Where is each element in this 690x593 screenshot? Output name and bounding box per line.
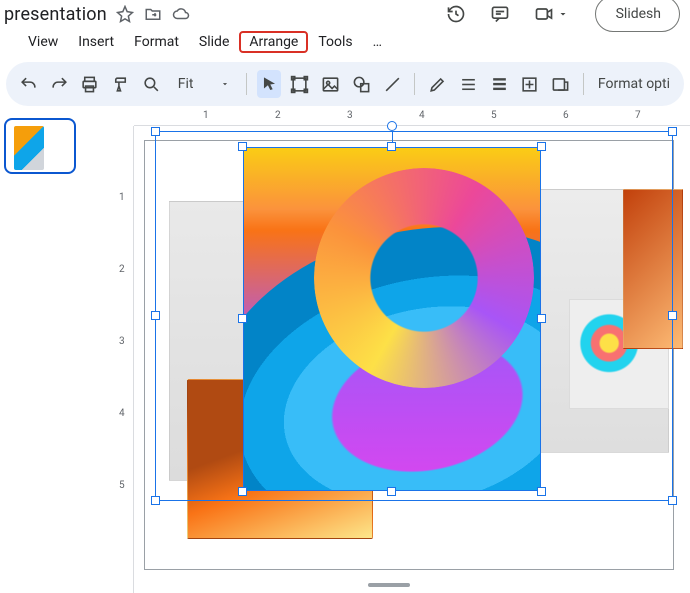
line-tool[interactable] (380, 70, 405, 98)
slide-thumbnail-panel (0, 108, 88, 593)
image-abstract-swirl[interactable] (243, 147, 541, 491)
toolbar-divider (583, 73, 584, 95)
ruler-tick: 1 (119, 192, 125, 203)
menu-insert[interactable]: Insert (68, 31, 124, 53)
ruler-tick: 6 (563, 110, 569, 121)
selection-handle[interactable] (387, 487, 396, 496)
ruler-tick: 1 (203, 110, 209, 121)
select-tool[interactable] (257, 70, 282, 98)
image-person-sunset[interactable] (623, 189, 683, 349)
menu-slide[interactable]: Slide (189, 31, 239, 53)
toolbar: Fit Format opti (6, 62, 684, 106)
selection-handle[interactable] (668, 127, 677, 136)
ruler-tick: 5 (491, 110, 497, 121)
menu-arrange[interactable]: Arrange (239, 31, 308, 53)
ruler-tick: 3 (119, 336, 125, 347)
video-meet-icon[interactable] (533, 3, 555, 25)
selection-handle[interactable] (151, 127, 160, 136)
selection-handle[interactable] (238, 487, 247, 496)
ruler-tick: 7 (635, 110, 641, 121)
canvas-area[interactable]: 1 2 3 4 5 6 7 1 2 3 4 5 (88, 108, 690, 593)
ruler-tick: 5 (119, 480, 125, 491)
rotate-handle[interactable] (387, 121, 397, 131)
menu-view[interactable]: View (18, 31, 68, 53)
toolbar-divider (246, 73, 247, 95)
slide-thumbnail-1[interactable] (4, 118, 76, 174)
redo-button[interactable] (47, 70, 72, 98)
ruler-tick: 4 (419, 110, 425, 121)
thumbnail-preview (14, 126, 44, 170)
ruler-tick: 2 (275, 110, 281, 121)
shape-tool[interactable] (349, 70, 374, 98)
selection-handle[interactable] (151, 311, 160, 320)
selection-handle[interactable] (537, 487, 546, 496)
comment-icon[interactable] (489, 3, 511, 25)
menu-tools[interactable]: Tools (308, 31, 362, 53)
zoom-dropdown[interactable]: Fit (170, 76, 236, 92)
slideshow-button[interactable]: Slidesh (595, 0, 680, 32)
toolbar-divider (414, 73, 415, 95)
slide-canvas[interactable] (144, 140, 674, 570)
selection-handle[interactable] (537, 314, 546, 323)
cloud-saved-icon[interactable] (171, 4, 191, 24)
undo-button[interactable] (16, 70, 41, 98)
selection-handle[interactable] (537, 142, 546, 151)
dropdown-caret-icon (220, 79, 230, 89)
replace-image-button[interactable] (548, 70, 573, 98)
folder-move-icon[interactable] (143, 4, 163, 24)
menu-format[interactable]: Format (124, 31, 189, 53)
image-tool[interactable] (318, 70, 343, 98)
star-icon[interactable] (115, 4, 135, 24)
menu-more[interactable]: … (363, 31, 392, 53)
distribute-button[interactable] (487, 70, 512, 98)
mask-image-button[interactable] (518, 70, 543, 98)
print-button[interactable] (78, 70, 103, 98)
selected-object[interactable] (243, 147, 541, 491)
slideshow-label: Slidesh (616, 6, 661, 22)
paint-format-button[interactable] (108, 70, 133, 98)
textbox-tool[interactable] (287, 70, 312, 98)
ruler-tick: 2 (119, 264, 125, 275)
document-title[interactable]: presentation (4, 4, 107, 25)
vertical-ruler: 1 2 3 4 5 (116, 126, 134, 593)
format-options-button[interactable]: Format opti (594, 76, 674, 92)
ruler-tick: 4 (119, 408, 125, 419)
history-icon[interactable] (445, 3, 467, 25)
selection-handle[interactable] (238, 314, 247, 323)
selection-handle[interactable] (668, 496, 677, 505)
dropdown-caret-icon[interactable] (557, 3, 569, 25)
ruler-tick: 3 (347, 110, 353, 121)
selection-handle[interactable] (387, 142, 396, 151)
selection-handle[interactable] (151, 496, 160, 505)
zoom-tool-icon[interactable] (139, 70, 164, 98)
menu-bar: View Insert Format Slide Arrange Tools … (0, 28, 690, 56)
horizontal-ruler: 1 2 3 4 5 6 7 (134, 108, 690, 126)
zoom-label: Fit (178, 76, 194, 92)
pen-tool[interactable] (425, 70, 450, 98)
selection-handle[interactable] (238, 142, 247, 151)
align-button[interactable] (456, 70, 481, 98)
speaker-notes-handle[interactable] (368, 583, 410, 587)
